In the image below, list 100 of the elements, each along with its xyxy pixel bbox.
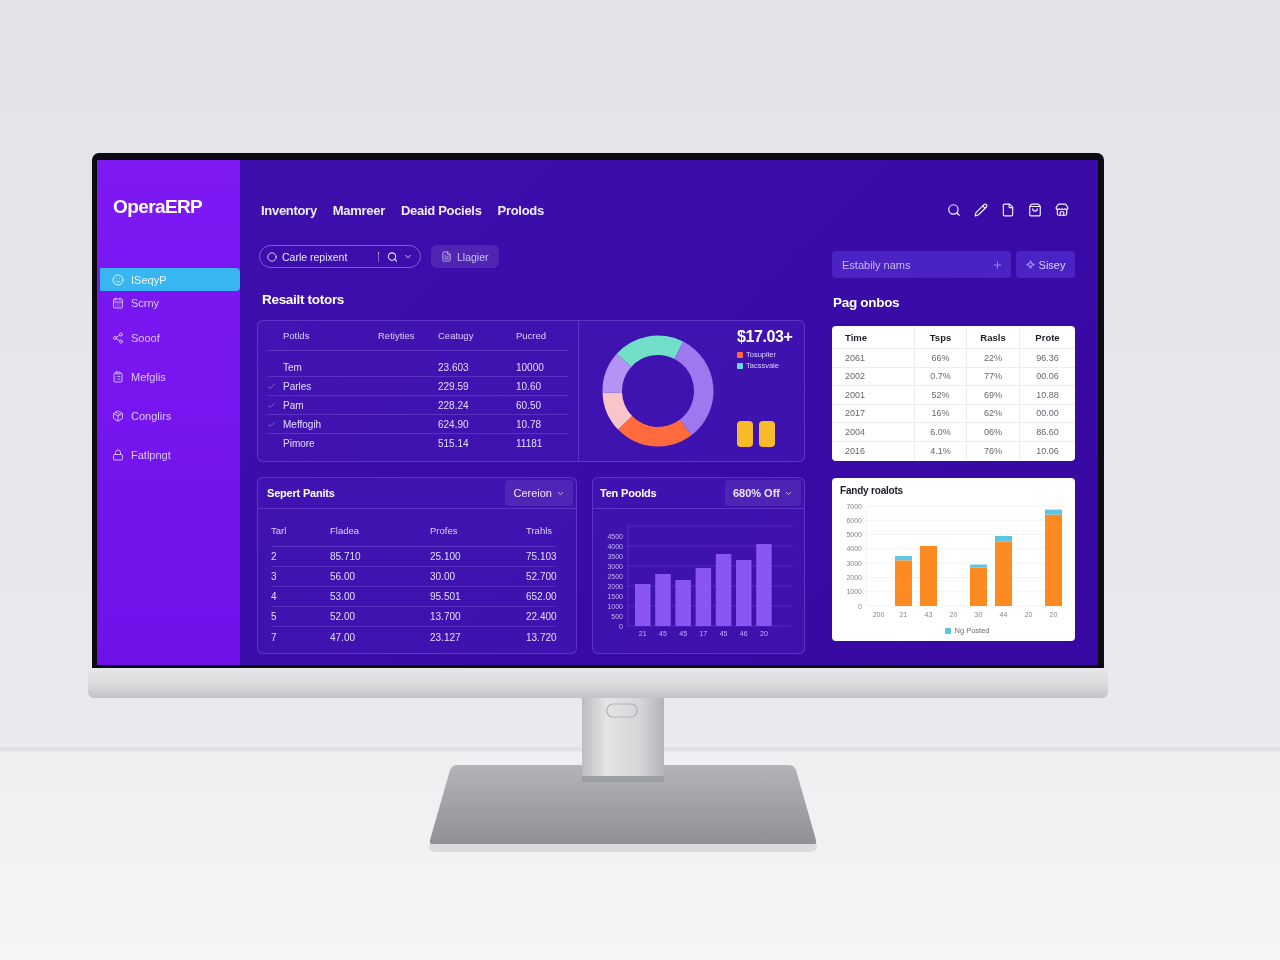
table-cell: Parles [283, 380, 312, 392]
table-cell: 624.90 [438, 418, 469, 430]
pause-icon [737, 421, 775, 447]
input-field[interactable]: Estabily nams [832, 251, 1011, 278]
table-cell: 52.00 [330, 611, 356, 622]
table-cell: 47.00 [330, 631, 356, 643]
column-header: Tarl [271, 525, 287, 536]
table-cell: 62% [966, 404, 1019, 422]
table-cell: 85.710 [330, 551, 361, 562]
table-cell: Pam [283, 399, 304, 411]
table-cell: 69% [966, 386, 1019, 404]
shopping-bag-icon[interactable] [1028, 203, 1042, 217]
column-header: Retiyties [378, 330, 415, 341]
sidebar-item[interactable]: Scrny [100, 291, 240, 314]
column-header: Pucred [516, 330, 547, 341]
table-cell-text: 2061 [844, 351, 867, 365]
card-title: Sepert Panits [267, 487, 335, 499]
table-cell: 652.00 [526, 591, 557, 602]
store-icon[interactable] [1055, 203, 1069, 217]
app-logo: OperaERP [112, 195, 203, 219]
pencil-icon[interactable] [974, 203, 988, 217]
package-icon [112, 409, 124, 422]
column-header: Tsps [914, 326, 966, 348]
table-cell: 7 [271, 631, 277, 643]
table-cell: 75.103 [526, 551, 557, 562]
table-cell: 76% [966, 441, 1019, 460]
table-cell: 515.14 [438, 438, 469, 449]
document-icon [441, 251, 452, 262]
table-cell: 22% [966, 349, 1019, 367]
calendar-icon [112, 296, 124, 309]
nav-link[interactable]: Prolods [497, 202, 544, 218]
table-cell: 00.06 [1019, 367, 1075, 385]
chart-bar [695, 568, 712, 626]
table-cell: 0.7% [914, 367, 966, 385]
table-cell: 96.36 [1019, 349, 1075, 367]
search-icon[interactable] [387, 251, 398, 262]
nav-link[interactable]: Mamreer [332, 202, 385, 218]
table-cell: 2 [271, 551, 277, 562]
section-title: Pag onbos [832, 295, 900, 311]
search-icon[interactable] [947, 203, 961, 217]
column-header: Profes [430, 525, 458, 536]
nav-link[interactable]: Inventory [261, 202, 317, 218]
table-cell-text: 2016 [844, 444, 867, 458]
chart-bar [655, 574, 671, 626]
dropdown-button[interactable]: 680% Off [724, 480, 801, 506]
column-header: Prote [1019, 326, 1075, 348]
dropdown-button[interactable]: Cereion [505, 480, 573, 506]
table-cell: 66% [914, 349, 966, 367]
table-cell-text: 2017 [844, 407, 867, 421]
share-icon [112, 331, 124, 344]
card-title: Fandy roalots [839, 484, 903, 498]
chart-bar [920, 546, 937, 606]
table-cell: 53.00 [330, 591, 356, 602]
table-cell: Meffogih [283, 418, 322, 430]
table-cell: 228.24 [438, 399, 469, 411]
lock-icon [112, 448, 124, 461]
table-cell: 56.00 [330, 571, 356, 582]
section-title: Resailt totors [261, 292, 345, 308]
clipboard-icon [112, 370, 124, 383]
table-cell: 13.700 [430, 611, 461, 622]
sidebar-item[interactable]: Fatlpngt [100, 443, 240, 466]
table-cell: 10.78 [516, 418, 542, 430]
smile-icon [112, 273, 124, 286]
table-cell: Tem [283, 361, 302, 373]
sidebar-item[interactable]: Sooof [100, 326, 240, 349]
sidebar-item[interactable]: Conglirs [100, 404, 240, 427]
toolbar-button[interactable]: Llagier [431, 245, 499, 268]
table-cell: 10.06 [1019, 441, 1075, 460]
table-cell: 10.88 [1019, 386, 1075, 404]
chart-bar [675, 580, 691, 626]
table-cell: 77% [966, 367, 1019, 385]
chart-bar [736, 560, 752, 626]
column-header: Time [844, 330, 868, 345]
column-header: Ceatugy [438, 330, 474, 341]
table-cell: 52.700 [526, 571, 557, 582]
table-cell: 5 [271, 611, 277, 622]
table-cell-text: 2001 [844, 388, 867, 402]
column-header: Fladea [330, 525, 360, 536]
table-cell: 22.400 [526, 611, 557, 622]
chart-bar [635, 584, 651, 626]
table-cell: 52% [914, 386, 966, 404]
table-cell: 4.1% [914, 441, 966, 460]
nav-link[interactable]: Deaid Pociels [400, 202, 482, 218]
card-title: Ten Poolds [600, 487, 657, 499]
table-cell: 13.720 [526, 631, 557, 643]
sidebar-item[interactable]: Mefglis [100, 365, 240, 388]
summary-value: $17.03+ [737, 327, 793, 347]
action-button[interactable]: Sisey [1016, 251, 1075, 278]
table-cell: 86.60 [1019, 423, 1075, 441]
file-icon[interactable] [1001, 203, 1015, 217]
table-cell: 25.100 [430, 551, 461, 562]
table-cell: 23.603 [438, 361, 469, 373]
column-header: Trahls [526, 525, 553, 536]
table-cell: 30.00 [430, 571, 456, 582]
table-cell: 95.501 [430, 591, 461, 602]
plus-icon[interactable] [992, 259, 1003, 270]
sparkle-icon [1025, 260, 1035, 269]
table-cell: 11181 [516, 438, 543, 449]
table-cell: 10.60 [516, 380, 542, 392]
ring-icon [267, 251, 277, 262]
